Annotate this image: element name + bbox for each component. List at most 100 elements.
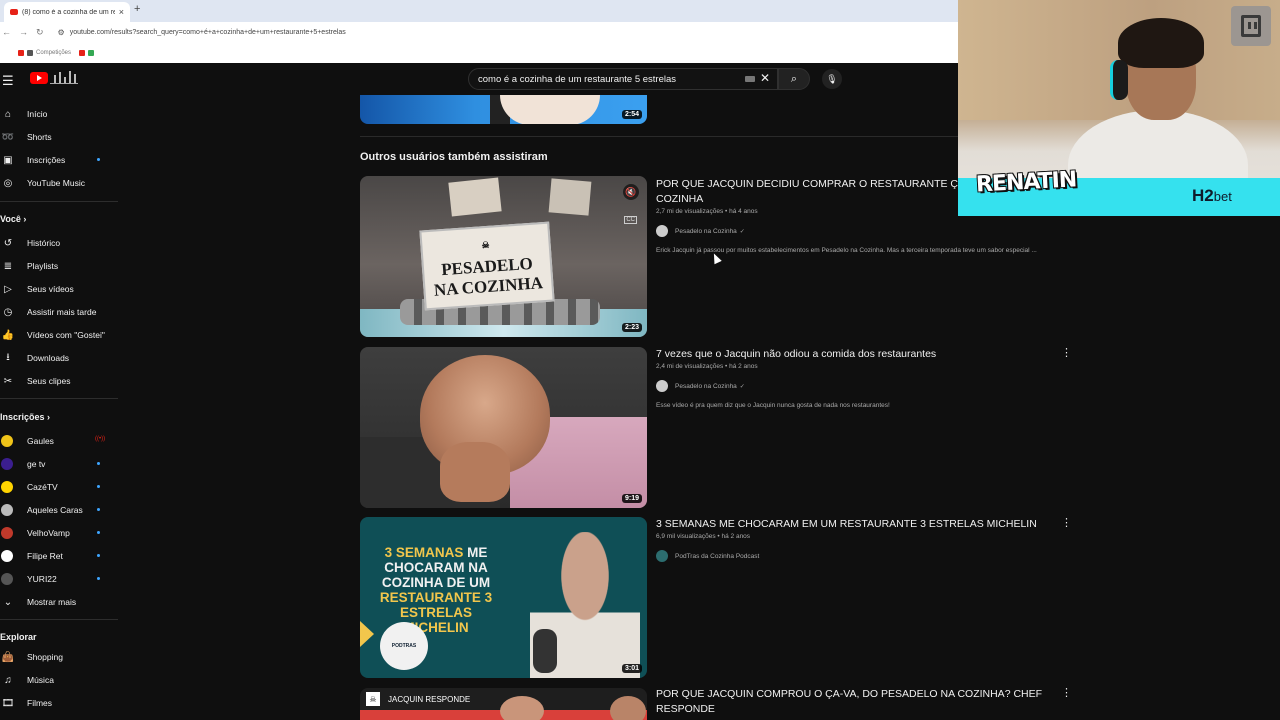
thumbnail-face [500,95,600,124]
sidebar-header-voce[interactable]: Você › [0,214,26,224]
thumbnail-sign [548,178,592,216]
sidebar-item-playlists[interactable]: ≣ Playlists [0,256,115,276]
sidebar-item-shopping[interactable]: 👜 Shopping [0,647,115,667]
video-thumbnail[interactable]: 3 SEMANAS ME CHOCARAM NA COZINHA DE UM R… [360,517,647,678]
film-icon: 🎞 [1,697,15,709]
sidebar-divider [0,201,118,202]
sidebar-show-more[interactable]: ⌄ Mostrar mais [0,592,115,612]
sidebar-item-inicio[interactable]: ⌂ Início [0,104,115,124]
sidebar-item-youtube-music[interactable]: ◎ YouTube Music [0,173,115,193]
history-icon: ↺ [3,237,13,249]
search-input[interactable]: como é a cozinha de um restaurante 5 est… [468,68,778,90]
webcam-overlay: RENATIN H2bet [958,0,1280,216]
sidebar-item-clips[interactable]: ✂ Seus clipes [0,371,115,391]
mic-icon: 🎙 [826,73,838,84]
more-actions-icon[interactable]: ⋮ [1061,516,1072,529]
video-duration: 9:19 [621,494,642,503]
playlist-icon: ≣ [3,260,13,272]
channel-name: Pesadelo na Cozinha [675,227,737,235]
channel-avatar [1,481,13,493]
video-duration: 3:01 [621,664,642,673]
verified-icon: ✓ [739,383,745,390]
sidebar-label: Assistir mais tarde [27,307,97,317]
channel-link[interactable]: Pesadelo na Cozinha ✓ [656,225,745,237]
sidebar-item-seus-videos[interactable]: ▷ Seus vídeos [0,279,115,299]
sidebar-item-historico[interactable]: ↺ Histórico [0,233,115,253]
sidebar-label: Música [27,675,54,685]
nav-arrows-icon[interactable]: ←→↻ [2,27,52,38]
video-title[interactable]: 3 SEMANAS ME CHOCARAM EM UM RESTAURANTE … [656,517,1037,532]
sidebar-label: YouTube Music [27,178,85,188]
keyboard-icon[interactable] [745,76,755,82]
bookmark-competicoes[interactable]: Competições [36,50,71,56]
video-thumbnail[interactable]: ☠ PESADELO NA COZINHA 🔇 CC 2:23 [360,176,647,337]
channel-name: Pesadelo na Cozinha [675,382,737,390]
new-content-dot [97,577,100,580]
mute-icon[interactable]: 🔇 [623,184,639,200]
sidebar-label: Vídeos com "Gostei" [27,330,105,340]
tab-close-icon[interactable]: × [119,7,124,17]
sidebar-header-inscricoes[interactable]: Inscrições › [0,412,50,422]
section-divider [360,136,960,137]
search-icon: ⌕ [790,72,798,85]
sidebar-item-liked[interactable]: 👍 Vídeos com "Gostei" [0,325,115,345]
video-meta: 2,4 mi de visualizações • há 2 anos [656,363,758,370]
channel-avatar [1,527,13,539]
bookmark-green-icon[interactable] [88,50,95,56]
bookmark-youtube-icon-2[interactable] [79,50,86,56]
download-icon: ⭳ [6,351,10,363]
new-content-dot [97,508,100,511]
youtube-logo-icon[interactable] [30,72,48,84]
sponsor-logo: H2bet [1192,186,1232,206]
shorts-icon: ➿ [1,131,15,143]
sponsor-main: H2 [1192,186,1214,205]
title-line: POR QUE JACQUIN COMPROU O ÇA-VA, DO PESA… [656,688,1043,700]
new-tab-button[interactable]: + [134,3,140,15]
channel-name: PodTras da Cozinha Podcast [675,552,760,560]
bookmark-youtube-icon[interactable] [18,50,24,56]
more-actions-icon[interactable]: ⋮ [1061,346,1072,359]
channel-avatar [656,550,668,562]
sidebar-item-watch-later[interactable]: ◷ Assistir mais tarde [0,302,115,322]
sidebar-label: Histórico [27,238,61,248]
search-button[interactable]: ⌕ [778,68,810,90]
sidebar-item-downloads[interactable]: ⭳ Downloads [0,348,115,368]
video-thumbnail[interactable]: ☠ JACQUIN RESPONDE [360,688,647,720]
new-content-dot [97,554,100,557]
menu-icon[interactable]: ☰ [2,73,14,89]
new-content-dot [97,158,100,161]
thumbnail-board: ☠ PESADELO NA COZINHA [419,221,555,311]
youtube-doodle-icon[interactable] [50,70,78,84]
browser-tab[interactable]: (8) como é a cozinha de um res × [4,2,130,22]
channel-link[interactable]: Pesadelo na Cozinha ✓ [656,380,745,392]
site-info-icon[interactable]: ⚙ [58,28,65,37]
channel-link[interactable]: PodTras da Cozinha Podcast [656,550,759,562]
url-field[interactable]: youtube.com/results?search_query=como+é+… [70,29,346,36]
thumbnail-sign [448,177,502,217]
video-title[interactable]: 7 vezes que o Jacquin não odiou a comida… [656,347,936,362]
sidebar-label: Seus clipes [27,376,71,386]
skull-icon: ☠ [366,692,380,706]
verified-icon: ✓ [739,228,745,235]
video-thumbnail-previous[interactable]: 2:54 [360,95,647,124]
clear-search-icon[interactable]: ✕ [760,71,770,85]
sidebar-item-musica[interactable]: ♫ Música [0,670,115,690]
clock-icon: ◷ [3,306,13,318]
sidebar-label: Filmes [27,698,53,708]
section-label: Você [0,214,21,224]
sidebar-item-shorts[interactable]: ➿ Shorts [0,127,115,147]
podtras-logo-icon: PODTRAS [380,622,428,670]
headset-icon [1110,60,1128,100]
video-thumbnail[interactable]: 9:19 [360,347,647,508]
sidebar-label: Shorts [27,132,52,142]
twitch-logo-icon [1231,6,1271,46]
video-title[interactable]: POR QUE JACQUIN COMPROU O ÇA-VA, DO PESA… [656,687,1042,717]
voice-search-button[interactable]: 🎙 [822,69,842,89]
thumbs-up-icon: 👍 [1,329,15,341]
captions-icon[interactable]: CC [624,216,637,224]
bookmark-icon[interactable] [27,50,33,56]
more-actions-icon[interactable]: ⋮ [1061,686,1072,699]
sidebar-item-filmes[interactable]: 🎞 Filmes [0,693,115,713]
thumbnail-face [500,696,544,720]
new-content-dot [97,485,100,488]
